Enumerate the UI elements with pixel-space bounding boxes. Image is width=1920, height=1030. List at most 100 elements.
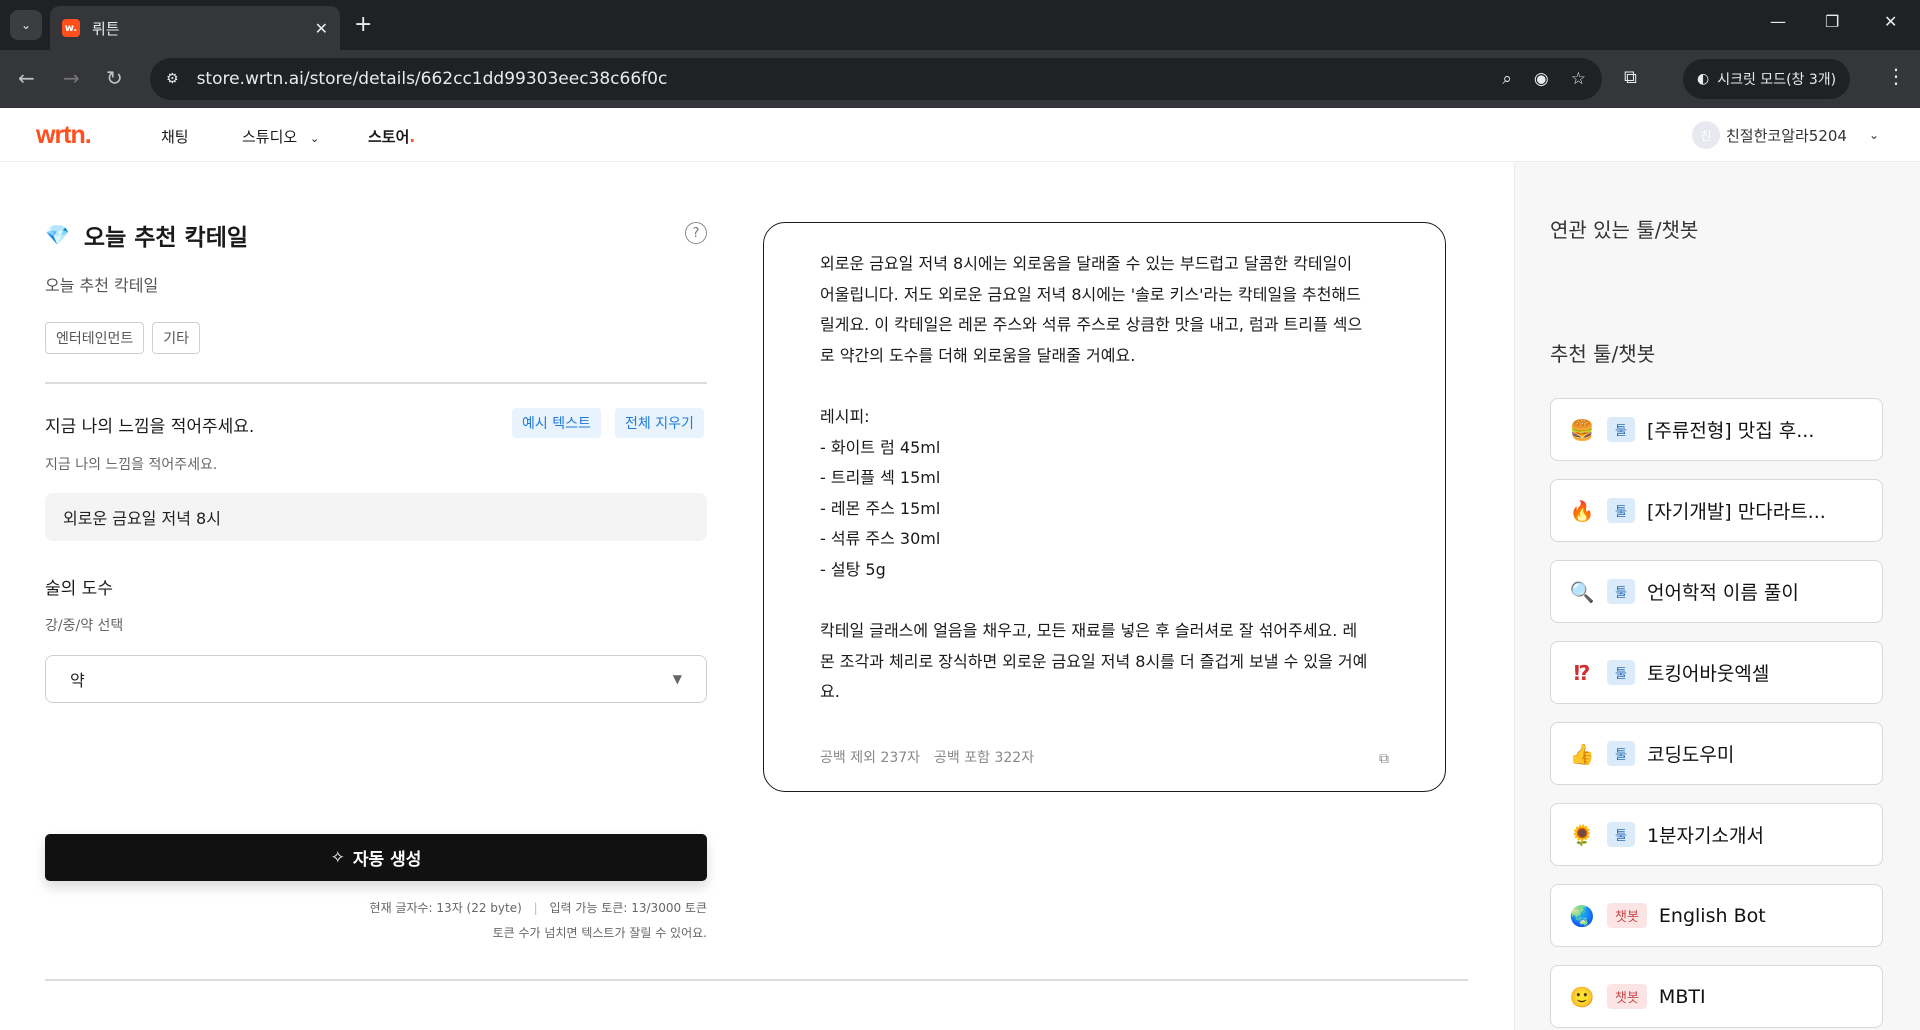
divider [45, 979, 1468, 981]
tab-title: 뤼튼 [92, 19, 120, 38]
browser-tab[interactable]: w. 뤼튼 ✕ [50, 6, 340, 50]
input-stats: 현재 글자수: 13자 (22 byte) | 입력 가능 토큰: 13/300… [370, 899, 707, 916]
tab-search-button[interactable]: ⌄ [10, 10, 42, 40]
recommend-card[interactable]: 🔥 툴 [자기개발] 만다라트... [1550, 479, 1883, 542]
token-warning: 토큰 수가 넘치면 텍스트가 잘릴 수 있어요. [492, 926, 707, 940]
result-text: 외로운 금요일 저녁 8시에는 외로움을 달래줄 수 있는 부드럽고 달콤한 칵… [820, 254, 1368, 702]
fire-icon: 🔥 [1569, 498, 1595, 523]
nav-store[interactable]: 스토어. [368, 126, 415, 147]
incognito-indicator[interactable]: ◐ 시크릿 모드(창 3개) [1683, 59, 1851, 99]
username: 친절한코알라5204 [1726, 126, 1847, 145]
tool-title-row: 💎 오늘 추천 칵테일 ? [45, 218, 707, 252]
card-name: MBTI [1658, 985, 1706, 1008]
recommend-card[interactable]: 👍 툴 코딩도우미 [1550, 722, 1883, 785]
recommend-card[interactable]: ⁉ 툴 토킹어바웃엑셀 [1550, 641, 1883, 704]
url-text[interactable]: store.wrtn.ai/store/details/662cc1dd9930… [197, 69, 1503, 89]
copy-icon[interactable]: ⧉ [1379, 751, 1389, 767]
restore-icon[interactable]: ❐ [1825, 12, 1839, 31]
type-badge: 툴 [1607, 660, 1635, 685]
type-badge: 툴 [1607, 417, 1635, 442]
close-icon[interactable]: ✕ [315, 19, 328, 38]
recommend-card[interactable]: 🔍 툴 언어학적 이름 풀이 [1550, 560, 1883, 623]
generate-button[interactable]: ✧ 자동 생성 [45, 834, 707, 881]
count-no-space-value: 237자 [880, 750, 921, 766]
card-name: [자기개발] 만다라트... [1646, 501, 1826, 523]
tag-entertainment[interactable]: 엔터테인먼트 [45, 322, 145, 354]
count-no-space: 공백 제외 237자 [820, 747, 920, 767]
type-badge: 챗봇 [1607, 903, 1647, 928]
browser-toolbar: ← → ↻ ⚙ store.wrtn.ai/store/details/662c… [0, 50, 1920, 108]
type-badge: 툴 [1607, 498, 1635, 523]
globe-icon: 🌏 [1569, 903, 1595, 928]
window-close-icon[interactable]: ✕ [1884, 12, 1897, 31]
card-name: 1분자기소개서 [1646, 825, 1764, 847]
card-name: 코딩도우미 [1646, 744, 1735, 766]
generate-button-label: 자동 생성 [352, 850, 422, 870]
tag-etc[interactable]: 기타 [152, 322, 201, 354]
browser-menu-icon[interactable]: ⋮ [1886, 64, 1906, 88]
separator: | [533, 901, 538, 915]
magic-wand-icon: ✧ [330, 847, 345, 868]
divider [45, 382, 707, 384]
recommend-card[interactable]: 🌏 챗봇 English Bot [1550, 884, 1883, 947]
smiley-icon: 🙂 [1569, 984, 1595, 1009]
result-counts: 공백 제외 237자 공백 포함 322자 [820, 747, 1034, 767]
example-text-button[interactable]: 예시 텍스트 [512, 408, 601, 438]
tracking-protection-icon[interactable]: ◉ [1534, 69, 1549, 89]
burger-icon: 🍔 [1569, 417, 1595, 442]
chevron-down-icon: ⌄ [1868, 128, 1880, 142]
page-title: 오늘 추천 칵테일 [83, 225, 249, 251]
sunflower-icon: 🌻 [1569, 822, 1595, 847]
chevron-down-icon: ⌄ [309, 132, 320, 145]
strength-label: 술의 도수 [45, 579, 113, 599]
new-tab-button[interactable]: + [354, 12, 372, 38]
card-name: 토킹어바웃엑셀 [1646, 663, 1770, 685]
main-content: 💎 오늘 추천 칵테일 ? 오늘 추천 칵테일 엔터테인먼트 기타 지금 나의 … [0, 162, 1920, 1030]
nav-studio[interactable]: 스튜디오 ⌄ [242, 126, 319, 147]
thumbs-up-icon: 👍 [1569, 741, 1595, 766]
magnifier-icon: 🔍 [1569, 579, 1595, 604]
count-with-space-label: 공백 포함 [934, 750, 991, 766]
forward-icon[interactable]: → [63, 66, 80, 90]
feeling-label: 지금 나의 느낌을 적어주세요. [45, 417, 255, 437]
token-count: 입력 가능 토큰: 13/3000 토큰 [549, 901, 707, 915]
related-heading: 연관 있는 툴/챗봇 [1550, 218, 1699, 242]
feeling-input[interactable]: 외로운 금요일 저녁 8시 [45, 493, 707, 541]
strength-help: 강/중/약 선택 [45, 618, 124, 634]
type-badge: 툴 [1607, 741, 1635, 766]
nav-studio-label: 스튜디오 [242, 128, 298, 146]
minimize-icon[interactable]: — [1770, 12, 1786, 31]
incognito-icon: ◐ [1697, 71, 1710, 87]
strength-select[interactable]: 약 ▼ [45, 655, 707, 703]
site-info-icon[interactable]: ⚙ [166, 71, 179, 87]
count-with-space: 공백 포함 322자 [934, 747, 1034, 767]
help-icon[interactable]: ? [685, 222, 707, 244]
browser-tabbar: ⌄ w. 뤼튼 ✕ + — ❐ ✕ [0, 0, 1920, 50]
gem-icon: 💎 [45, 223, 70, 247]
strength-select-value: 약 [70, 671, 85, 690]
clear-all-button[interactable]: 전체 지우기 [615, 408, 704, 438]
zoom-icon[interactable]: ⌕ [1502, 69, 1512, 89]
char-count: 현재 글자수: 13자 (22 byte) [369, 901, 522, 915]
feeling-help: 지금 나의 느낌을 적어주세요. [45, 457, 218, 473]
recommend-card[interactable]: 🍔 툴 [주류전형] 맛집 후... [1550, 398, 1883, 461]
chevron-down-icon: ⌄ [20, 18, 32, 32]
bookmark-star-icon[interactable]: ☆ [1571, 69, 1586, 89]
wrtn-logo[interactable]: wrtn. [36, 121, 92, 150]
card-name: English Bot [1658, 904, 1766, 927]
recommend-card[interactable]: 🌻 툴 1분자기소개서 [1550, 803, 1883, 866]
reload-icon[interactable]: ↻ [106, 66, 123, 90]
back-icon[interactable]: ← [18, 66, 35, 90]
tag-list: 엔터테인먼트 기타 [45, 322, 201, 354]
user-menu[interactable]: 친 친절한코알라5204 ⌄ [1692, 121, 1879, 149]
nav-chat[interactable]: 채팅 [161, 126, 189, 147]
recommended-heading: 추천 툴/챗봇 [1550, 342, 1656, 366]
avatar: 친 [1692, 121, 1720, 149]
extensions-icon[interactable]: ⧉ [1624, 67, 1637, 88]
card-name: [주류전형] 맛집 후... [1646, 420, 1815, 442]
wrtn-favicon-icon: w. [62, 19, 80, 37]
recommend-card[interactable]: 🙂 챗봇 MBTI [1550, 965, 1883, 1028]
sidebar: 연관 있는 툴/챗봇 추천 툴/챗봇 🍔 툴 [주류전형] 맛집 후... 🔥 … [1514, 162, 1920, 1030]
app-header: wrtn. 채팅 스튜디오 ⌄ 스토어. 친 친절한코알라5204 ⌄ [0, 108, 1920, 162]
address-bar[interactable]: ⚙ store.wrtn.ai/store/details/662cc1dd99… [150, 58, 1602, 100]
